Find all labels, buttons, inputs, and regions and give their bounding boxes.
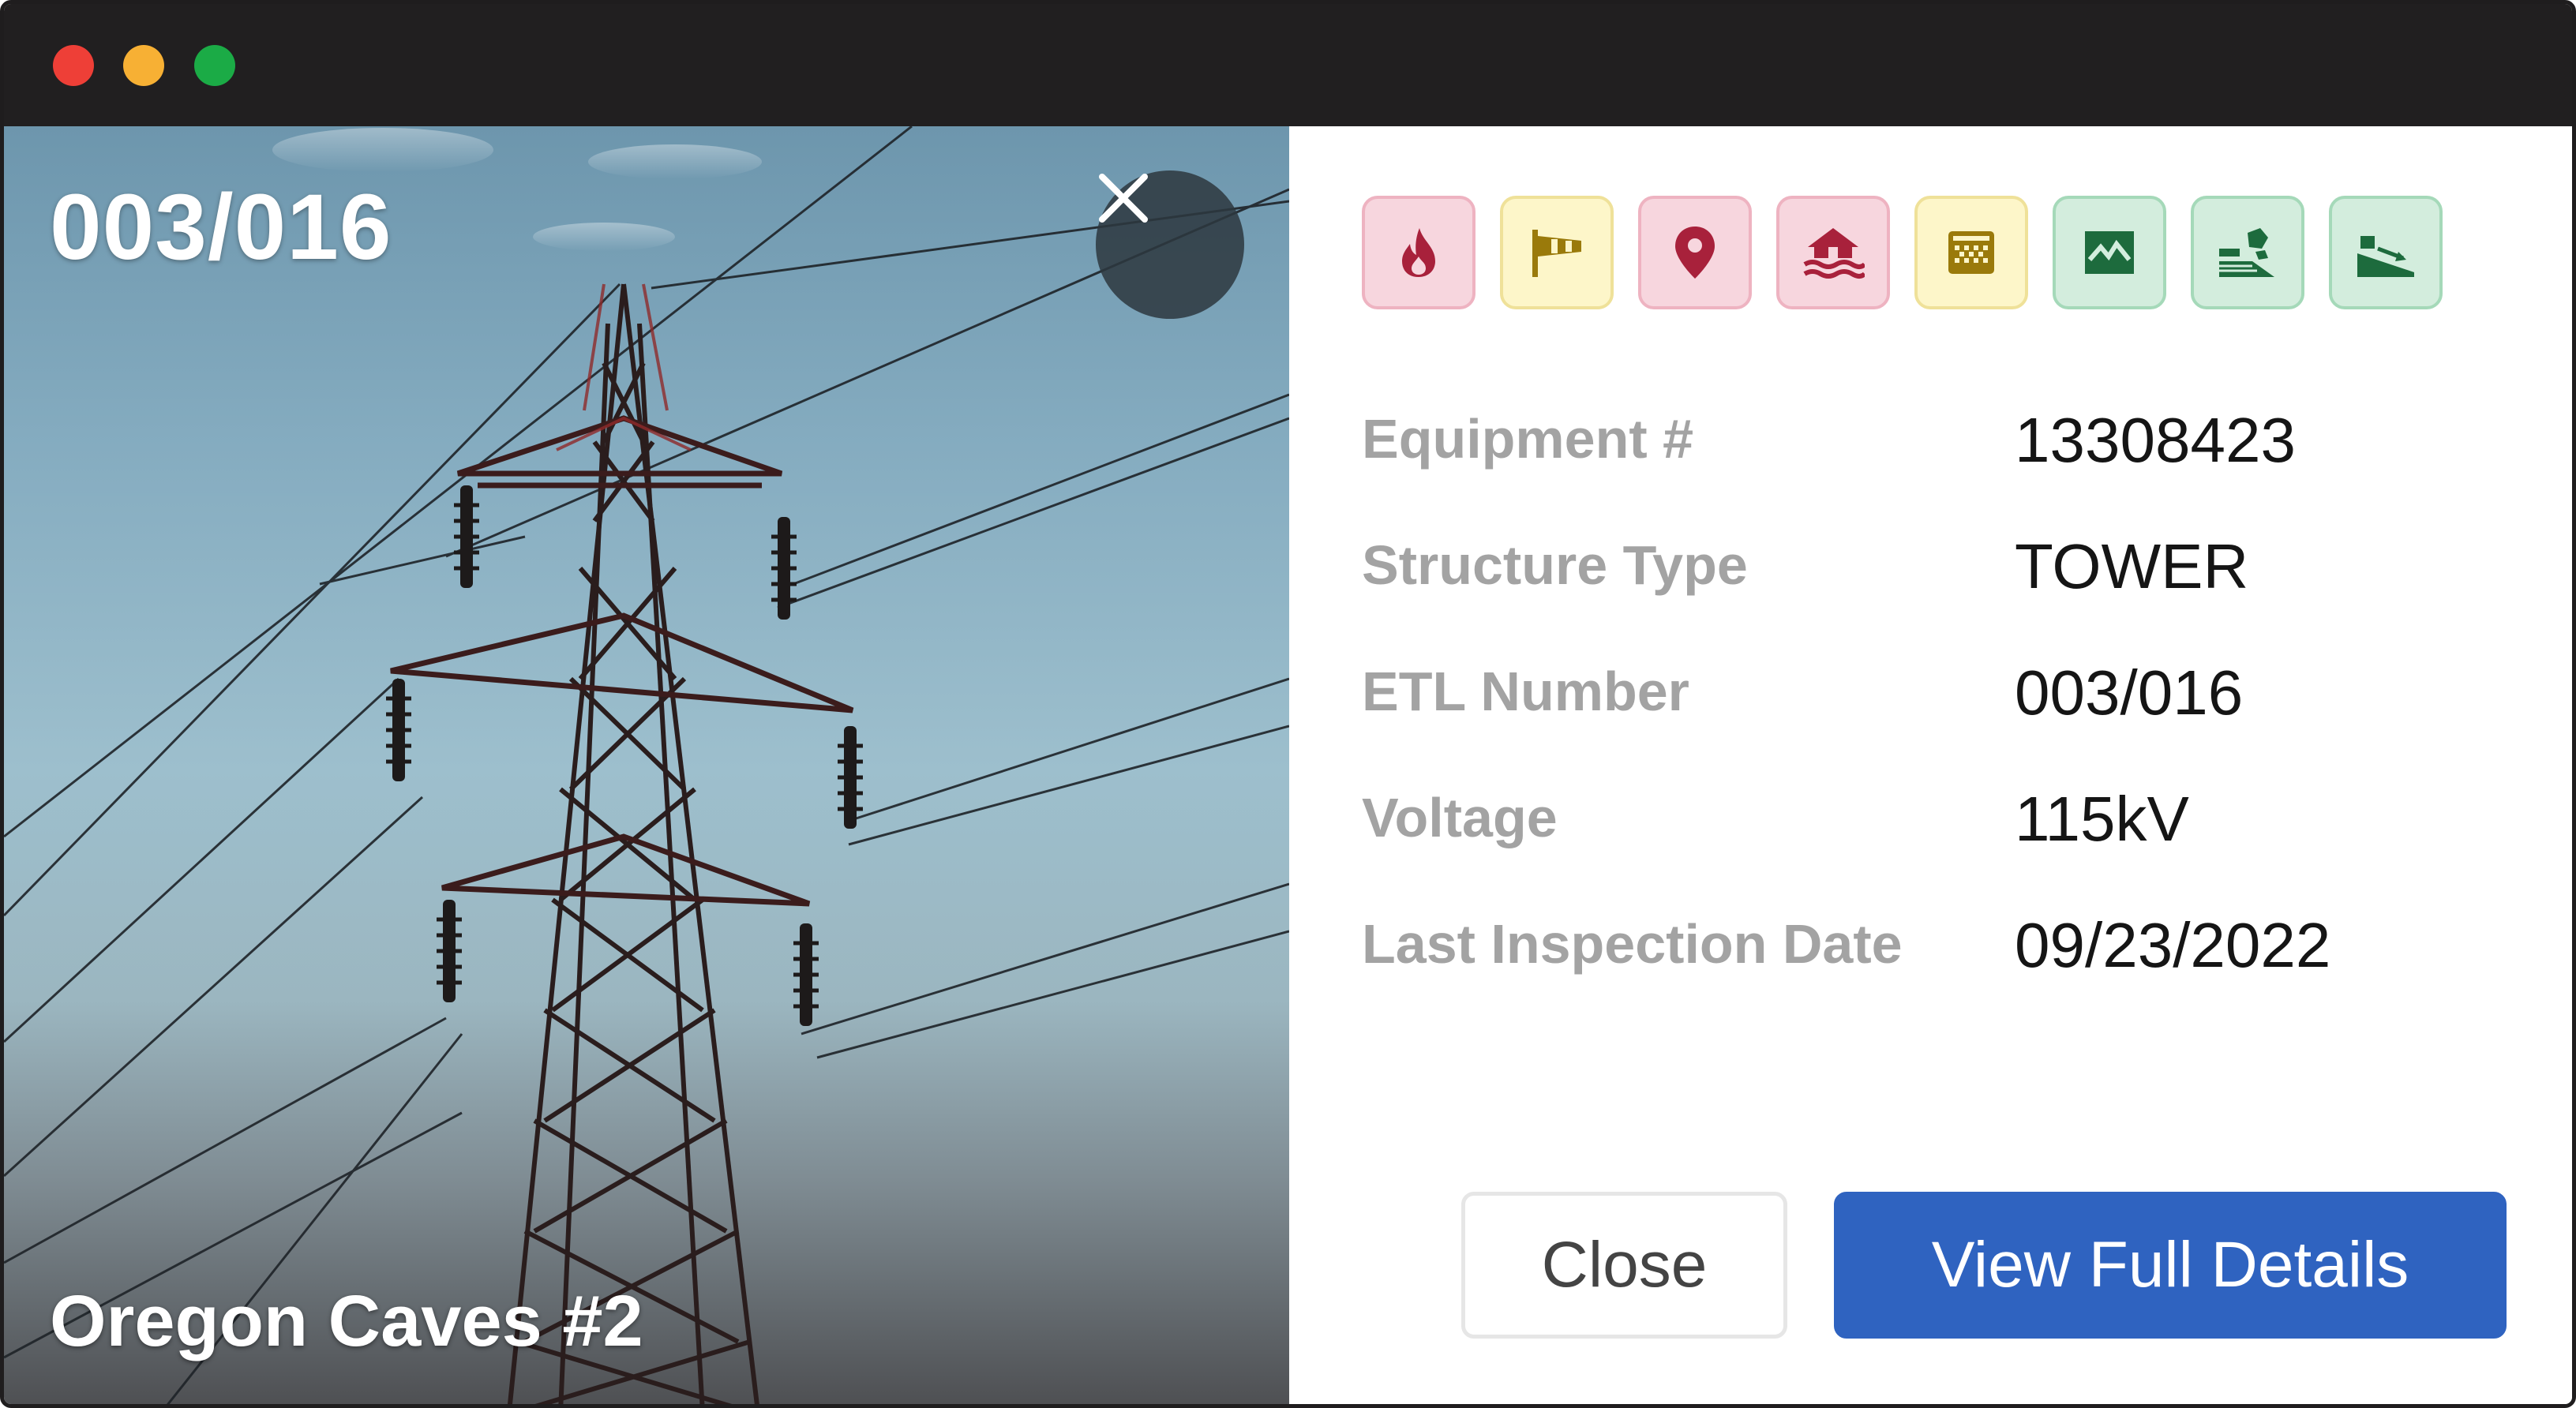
- landslide-icon: [2357, 236, 2414, 277]
- rockfall-icon: [2219, 228, 2274, 277]
- location-pin-icon: [1675, 227, 1715, 279]
- field-equipment-number: Equipment # 13308423: [1362, 405, 2467, 478]
- field-last-inspection-date: Last Inspection Date 09/23/2022: [1362, 910, 2467, 983]
- transmission-tower-image: [4, 126, 1289, 1404]
- fire-icon: [1402, 228, 1435, 277]
- field-value: 003/016: [2015, 657, 2244, 728]
- grid-sensor-icon: [1948, 231, 1994, 274]
- field-structure-type: Structure Type TOWER: [1362, 531, 2467, 605]
- window-close-dot[interactable]: [53, 45, 94, 86]
- window-zoom-dot[interactable]: [194, 45, 235, 86]
- field-label: Voltage: [1362, 787, 1558, 848]
- badge-terrain[interactable]: [2053, 196, 2166, 309]
- badge-landslide[interactable]: [2329, 196, 2443, 309]
- field-label: ETL Number: [1362, 661, 1689, 722]
- badge-fire[interactable]: [1362, 196, 1475, 309]
- landscape-icon: [2085, 231, 2134, 274]
- field-value: TOWER: [2015, 531, 2249, 601]
- field-label: Structure Type: [1362, 534, 1748, 596]
- view-full-details-button[interactable]: View Full Details: [1834, 1192, 2507, 1339]
- badge-wind[interactable]: [1500, 196, 1614, 309]
- windsock-icon: [1532, 230, 1581, 277]
- field-value: 13308423: [2015, 405, 2296, 475]
- close-button[interactable]: Close: [1461, 1192, 1787, 1339]
- close-photo-button[interactable]: [1096, 170, 1244, 319]
- field-value: 115kV: [2015, 784, 2189, 854]
- photo-structure-code: 003/016: [50, 175, 392, 279]
- field-value: 09/23/2022: [2015, 910, 2331, 980]
- field-label: Equipment #: [1362, 408, 1694, 470]
- flood-icon: [1803, 228, 1865, 279]
- field-label: Last Inspection Date: [1362, 913, 1903, 975]
- hazard-badges: [1362, 196, 2443, 309]
- badge-flood[interactable]: [1776, 196, 1890, 309]
- tower-photo: 003/016 Oregon Caves #2: [4, 126, 1289, 1404]
- field-voltage: Voltage 115kV: [1362, 784, 2467, 857]
- photo-site-name: Oregon Caves #2: [50, 1281, 643, 1361]
- badge-location[interactable]: [1638, 196, 1752, 309]
- badge-rockfall[interactable]: [2191, 196, 2304, 309]
- badge-grid[interactable]: [1914, 196, 2028, 309]
- field-etl-number: ETL Number 003/016: [1362, 657, 2467, 731]
- window-minimize-dot[interactable]: [123, 45, 164, 86]
- close-icon: [1099, 174, 1148, 223]
- app-window: 003/016 Oregon Caves #2 Equipment # 1330…: [0, 0, 2576, 1408]
- title-bar: [4, 4, 2572, 126]
- details-panel: Equipment # 13308423 Structure Type TOWE…: [1289, 126, 2572, 1404]
